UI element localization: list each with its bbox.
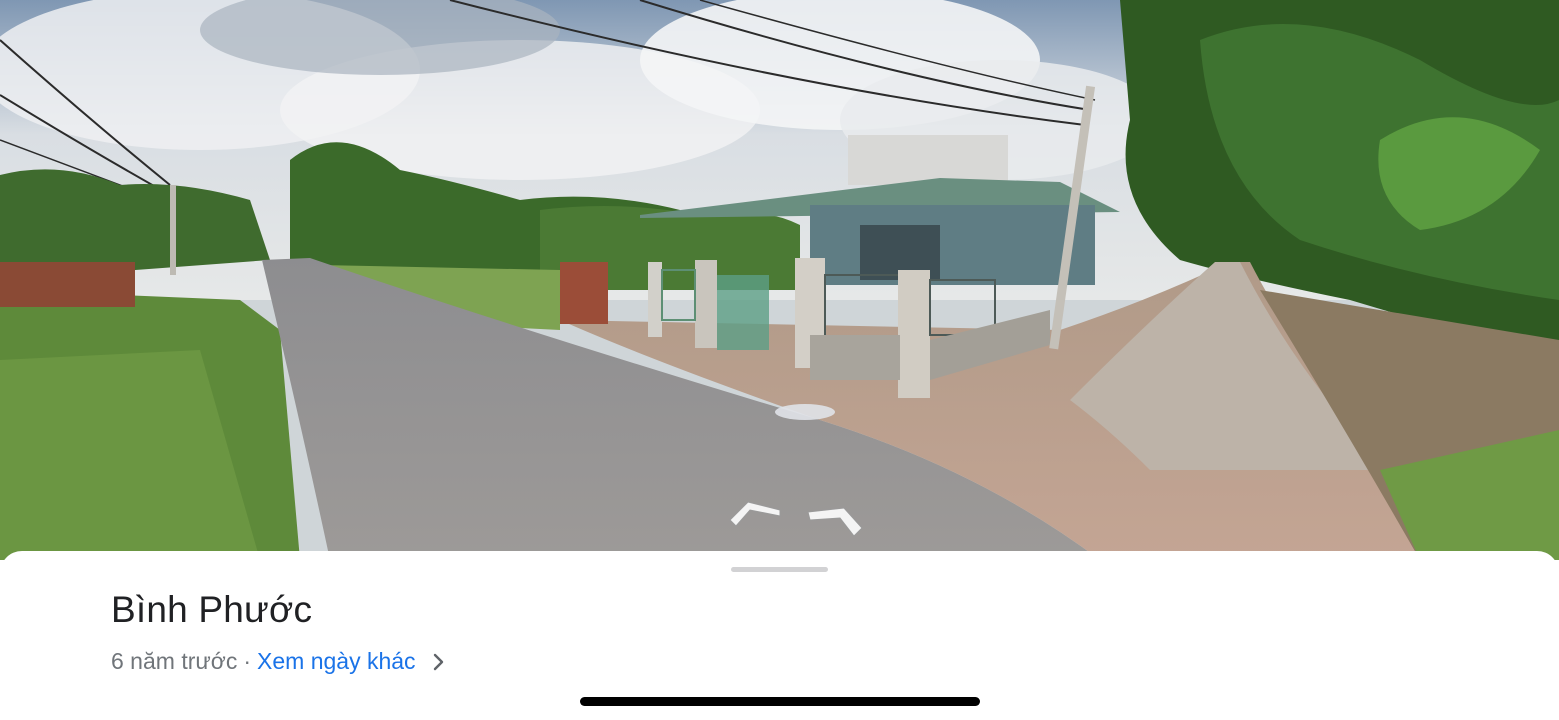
imagery-date-row: 6 năm trước · Xem ngày khác xyxy=(111,648,446,675)
arrow-left-forward-icon[interactable] xyxy=(726,498,782,528)
see-other-dates-link[interactable]: Xem ngày khác xyxy=(257,648,416,675)
panorama-scene xyxy=(0,0,1559,560)
imagery-age-text: 6 năm trước xyxy=(111,648,238,674)
arrow-right-forward-icon[interactable] xyxy=(806,504,864,538)
place-bottom-sheet[interactable]: Bình Phước 6 năm trước · Xem ngày khác xyxy=(0,551,1559,720)
meta-separator: · xyxy=(243,648,252,674)
place-title: Bình Phước xyxy=(111,589,313,630)
chevron-right-icon[interactable] xyxy=(432,653,446,671)
street-view-panorama[interactable] xyxy=(0,0,1559,560)
street-view-screen: Bình Phước 6 năm trước · Xem ngày khác xyxy=(0,0,1559,720)
sheet-grabber-handle[interactable] xyxy=(731,567,828,572)
home-indicator[interactable] xyxy=(580,697,980,706)
